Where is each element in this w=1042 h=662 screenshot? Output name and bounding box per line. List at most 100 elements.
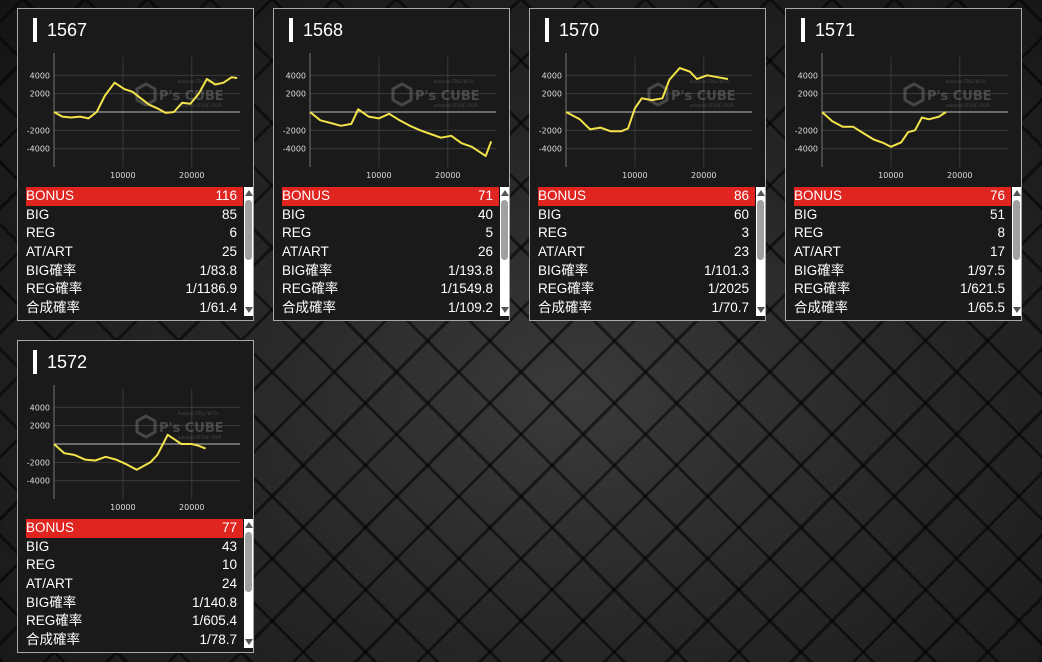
- stat-row: AT/ART 24: [26, 575, 243, 594]
- logo-subtext-top: Purpose STILL WITH: [690, 79, 730, 84]
- scroll-down-icon[interactable]: [757, 307, 765, 313]
- stat-label: 合成確率: [282, 300, 336, 316]
- stats-list[interactable]: BONUS 77 BIG 43 REG 10 AT/ART 24 BIG確率 1/140.8 REG…: [26, 519, 243, 648]
- stat-row: REG確率 1/605.4: [26, 612, 243, 631]
- stat-row-bonus: BONUS 86: [538, 187, 755, 206]
- stats-scrollbar[interactable]: [244, 519, 253, 648]
- stat-label: BIG: [26, 538, 50, 554]
- stat-row: REG確率 1/1549.8: [282, 280, 499, 299]
- y-tick-label: 2000: [286, 90, 306, 99]
- stat-row: BIG 43: [26, 538, 243, 557]
- scroll-up-icon[interactable]: [757, 190, 765, 196]
- scroll-up-icon[interactable]: [245, 190, 253, 196]
- machine-number[interactable]: 1570: [545, 18, 599, 42]
- slump-graph: P's CUBE Purpose STILL WITH adopted STORE …: [538, 45, 755, 185]
- stat-row: BIG 51: [794, 206, 1011, 225]
- y-tick-label: 4000: [286, 71, 306, 80]
- x-tick-label: 20000: [179, 503, 204, 512]
- stat-value: 24: [221, 576, 237, 592]
- x-tick-label: 10000: [878, 171, 903, 180]
- stat-value: 116: [215, 188, 237, 203]
- machine-number[interactable]: 1567: [33, 18, 87, 42]
- scroll-thumb[interactable]: [757, 200, 764, 260]
- scroll-up-icon[interactable]: [1013, 190, 1021, 196]
- stat-row: REG確率 1/2025: [538, 280, 755, 299]
- x-tick-label: 20000: [179, 171, 204, 180]
- scroll-thumb[interactable]: [501, 200, 508, 260]
- stat-value: 43: [221, 538, 237, 554]
- slump-graph: P's CUBE Purpose STILL WITH adopted STORE …: [794, 45, 1011, 185]
- stat-value: 10: [221, 557, 237, 573]
- scroll-thumb[interactable]: [1013, 200, 1020, 260]
- slump-graph: P's CUBE Purpose STILL WITH adopted STORE …: [26, 377, 243, 517]
- x-tick-label: 10000: [110, 503, 135, 512]
- stat-row: BIG 85: [26, 206, 243, 225]
- stat-row: REG確率 1/621.5: [794, 280, 1011, 299]
- stat-label: REG: [282, 225, 312, 241]
- stats-scrollbar[interactable]: [244, 187, 253, 316]
- scroll-thumb[interactable]: [245, 200, 252, 260]
- stats-list[interactable]: BONUS 86 BIG 60 REG 3 AT/ART 23 BIG確率 1/101.3 REG確…: [538, 187, 755, 316]
- stat-value: 5: [485, 225, 493, 241]
- stat-value: 23: [733, 244, 749, 260]
- machine-card-1570: 1570 P's CUBE Purpose STILL WITH adopted S…: [529, 8, 766, 321]
- scroll-up-icon[interactable]: [501, 190, 509, 196]
- stat-label: BONUS: [26, 520, 75, 535]
- x-tick-label: 10000: [622, 171, 647, 180]
- scroll-down-icon[interactable]: [501, 307, 509, 313]
- stats-scrollbar[interactable]: [1012, 187, 1021, 316]
- stat-row: AT/ART 17: [794, 243, 1011, 262]
- stat-row: AT/ART 23: [538, 243, 755, 262]
- y-tick-label: 4000: [30, 71, 50, 80]
- stat-label: BIG確率: [794, 262, 845, 278]
- stat-value: 26: [477, 244, 493, 260]
- y-tick-label: -4000: [795, 145, 818, 154]
- stat-value: 1/83.8: [199, 262, 237, 278]
- stat-value: 40: [477, 206, 493, 222]
- scroll-down-icon[interactable]: [245, 639, 253, 645]
- machine-card-1572: 1572 P's CUBE Purpose STILL WITH adopted S…: [17, 340, 254, 653]
- stat-label: BIG: [794, 206, 818, 222]
- stat-value: 1/1549.8: [440, 281, 493, 297]
- stats-list[interactable]: BONUS 76 BIG 51 REG 8 AT/ART 17 BIG確率 1/97.5 REG確率…: [794, 187, 1011, 316]
- stat-value: 85: [221, 206, 237, 222]
- scroll-down-icon[interactable]: [1013, 307, 1021, 313]
- stat-row: REG 3: [538, 224, 755, 243]
- stat-row: BIG確率 1/97.5: [794, 262, 1011, 281]
- stat-value: 1/61.4: [199, 300, 237, 316]
- machine-number[interactable]: 1568: [289, 18, 343, 42]
- stats-scrollbar[interactable]: [756, 187, 765, 316]
- stat-label: BIG確率: [282, 262, 333, 278]
- logo-subtext-bottom: adopted STORE YOUR: [946, 103, 990, 108]
- machine-number[interactable]: 1571: [801, 18, 855, 42]
- y-tick-label: -2000: [27, 458, 50, 467]
- stat-row: REG確率 1/1186.9: [26, 280, 243, 299]
- logo-text: P's CUBE: [159, 421, 224, 436]
- stats-list[interactable]: BONUS 116 BIG 85 REG 6 AT/ART 25 BIG確率 1/83.8 REG確…: [26, 187, 243, 316]
- x-tick-label: 20000: [947, 171, 972, 180]
- stat-value: 1/140.8: [191, 594, 237, 610]
- stat-row: 合成確率 1/109.2: [282, 299, 499, 316]
- logo-text: P's CUBE: [671, 89, 736, 104]
- stat-label: REG確率: [26, 613, 83, 629]
- y-tick-label: -4000: [27, 145, 50, 154]
- scroll-down-icon[interactable]: [245, 307, 253, 313]
- stat-row-bonus: BONUS 76: [794, 187, 1011, 206]
- stats-list[interactable]: BONUS 71 BIG 40 REG 5 AT/ART 26 BIG確率 1/193.8 REG確…: [282, 187, 499, 316]
- slump-graph-svg: P's CUBE Purpose STILL WITH adopted STORE …: [539, 53, 752, 180]
- stat-value: 3: [741, 225, 749, 241]
- stat-label: BIG確率: [26, 262, 77, 278]
- stat-row: BIG 40: [282, 206, 499, 225]
- stat-value: 60: [733, 206, 749, 222]
- stat-value: 86: [733, 188, 749, 203]
- stat-label: REG: [794, 225, 824, 241]
- machine-number[interactable]: 1572: [33, 350, 87, 374]
- stats-scrollbar[interactable]: [500, 187, 509, 316]
- scroll-up-icon[interactable]: [245, 522, 253, 528]
- stat-row: BIG確率 1/193.8: [282, 262, 499, 281]
- scroll-thumb[interactable]: [245, 532, 252, 592]
- stat-value: 17: [989, 244, 1005, 260]
- logo-text: P's CUBE: [415, 89, 480, 104]
- stat-row: BIG確率 1/83.8: [26, 262, 243, 281]
- y-tick-label: 2000: [798, 90, 818, 99]
